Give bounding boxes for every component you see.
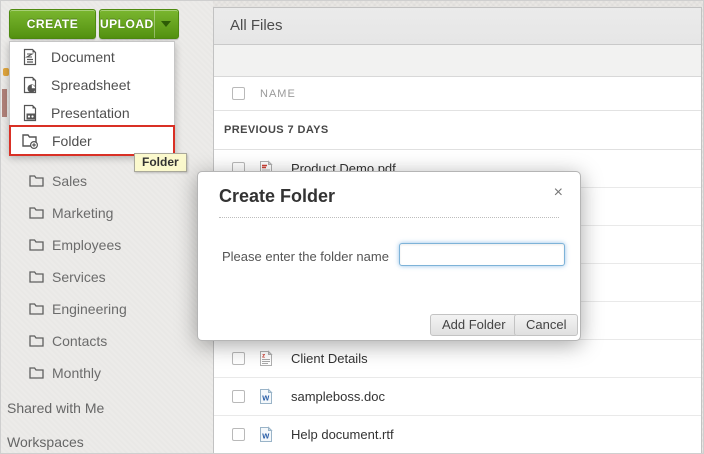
sidebar-item-monthly[interactable]: Monthly — [29, 358, 101, 388]
sidebar-item-shared-with-me[interactable]: Shared with Me — [7, 393, 104, 423]
menu-item-label: Presentation — [51, 105, 130, 121]
chevron-down-icon — [161, 21, 171, 27]
row-checkbox[interactable] — [232, 390, 245, 403]
file-name: Help document.rtf — [291, 427, 394, 442]
upload-button-group: UPLOAD — [99, 9, 179, 39]
app-window: Accounts Sales Marketing Employees Servi… — [0, 0, 704, 454]
folder-icon — [29, 175, 44, 187]
folder-plus-icon — [22, 133, 39, 149]
sidebar-item-label: Marketing — [52, 205, 113, 221]
sidebar-item-label: Contacts — [52, 333, 107, 349]
cancel-button[interactable]: Cancel — [514, 314, 578, 336]
sidebar-item-label: Services — [52, 269, 106, 285]
document-icon — [22, 48, 38, 66]
sidebar-item-label: Engineering — [52, 301, 127, 317]
menu-item-label: Folder — [52, 133, 92, 149]
group-header: PREVIOUS 7 DAYS — [214, 111, 701, 150]
sidebar-section-label: Workspaces — [7, 434, 84, 450]
sidebar-peek-fragment — [2, 89, 7, 117]
menu-item-spreadsheet[interactable]: Spreadsheet — [10, 71, 174, 99]
table-header: NAME — [214, 77, 701, 111]
dialog-separator — [219, 217, 559, 218]
sidebar-item-label: Monthly — [52, 365, 101, 381]
close-icon[interactable]: × — [554, 185, 563, 201]
sidebar-item-services[interactable]: Services — [29, 262, 106, 292]
menu-item-document[interactable]: Document — [10, 43, 174, 71]
folder-icon — [29, 367, 44, 379]
folder-icon — [29, 207, 44, 219]
svg-text:w: w — [261, 431, 270, 441]
menu-item-label: Spreadsheet — [51, 77, 130, 93]
writer-doc-icon: z — [258, 350, 274, 367]
page-title: All Files — [214, 8, 701, 45]
file-name: Client Details — [291, 351, 368, 366]
actions-toolbar — [214, 45, 701, 77]
sidebar-item-workspaces[interactable]: Workspaces — [7, 427, 84, 454]
upload-button[interactable]: UPLOAD — [100, 17, 154, 31]
folder-icon — [29, 239, 44, 251]
create-menu: Document Spreadsheet — [9, 41, 175, 155]
menu-item-label: Document — [51, 49, 115, 65]
sidebar-item-engineering[interactable]: Engineering — [29, 294, 127, 324]
folder-icon — [29, 335, 44, 347]
folder-icon — [29, 271, 44, 283]
folder-name-input[interactable] — [399, 243, 565, 266]
upload-dropdown-button[interactable] — [154, 10, 178, 38]
sidebar-item-contacts[interactable]: Contacts — [29, 326, 107, 356]
select-all-checkbox[interactable] — [232, 87, 245, 100]
folder-name-label: Please enter the folder name — [222, 249, 389, 264]
table-row[interactable]: z Client Details — [214, 340, 701, 378]
spreadsheet-icon — [22, 76, 38, 94]
word-doc-icon: w — [258, 426, 274, 443]
create-button[interactable]: CREATE — [9, 9, 96, 39]
folder-tooltip: Folder — [134, 153, 187, 172]
sidebar-item-sales[interactable]: Sales — [29, 166, 87, 196]
sidebar-section-label: Shared with Me — [7, 400, 104, 416]
file-name: sampleboss.doc — [291, 389, 385, 404]
table-row[interactable]: w sampleboss.doc — [214, 378, 701, 416]
menu-item-presentation[interactable]: Presentation — [10, 99, 174, 127]
sidebar-item-employees[interactable]: Employees — [29, 230, 121, 260]
sidebar-item-label: Sales — [52, 173, 87, 189]
svg-text:w: w — [261, 393, 270, 403]
word-doc-icon: w — [258, 388, 274, 405]
presentation-icon — [22, 104, 38, 122]
menu-item-folder[interactable]: Folder — [10, 127, 174, 155]
row-checkbox[interactable] — [232, 352, 245, 365]
dialog-title: Create Folder — [219, 186, 335, 207]
row-checkbox[interactable] — [232, 428, 245, 441]
add-folder-button[interactable]: Add Folder — [430, 314, 518, 336]
column-header-name[interactable]: NAME — [260, 88, 296, 100]
create-folder-dialog: Create Folder × Please enter the folder … — [197, 171, 581, 341]
table-row[interactable]: w Help document.rtf — [214, 416, 701, 454]
folder-icon — [29, 303, 44, 315]
sidebar-item-marketing[interactable]: Marketing — [29, 198, 113, 228]
sidebar-item-label: Employees — [52, 237, 121, 253]
